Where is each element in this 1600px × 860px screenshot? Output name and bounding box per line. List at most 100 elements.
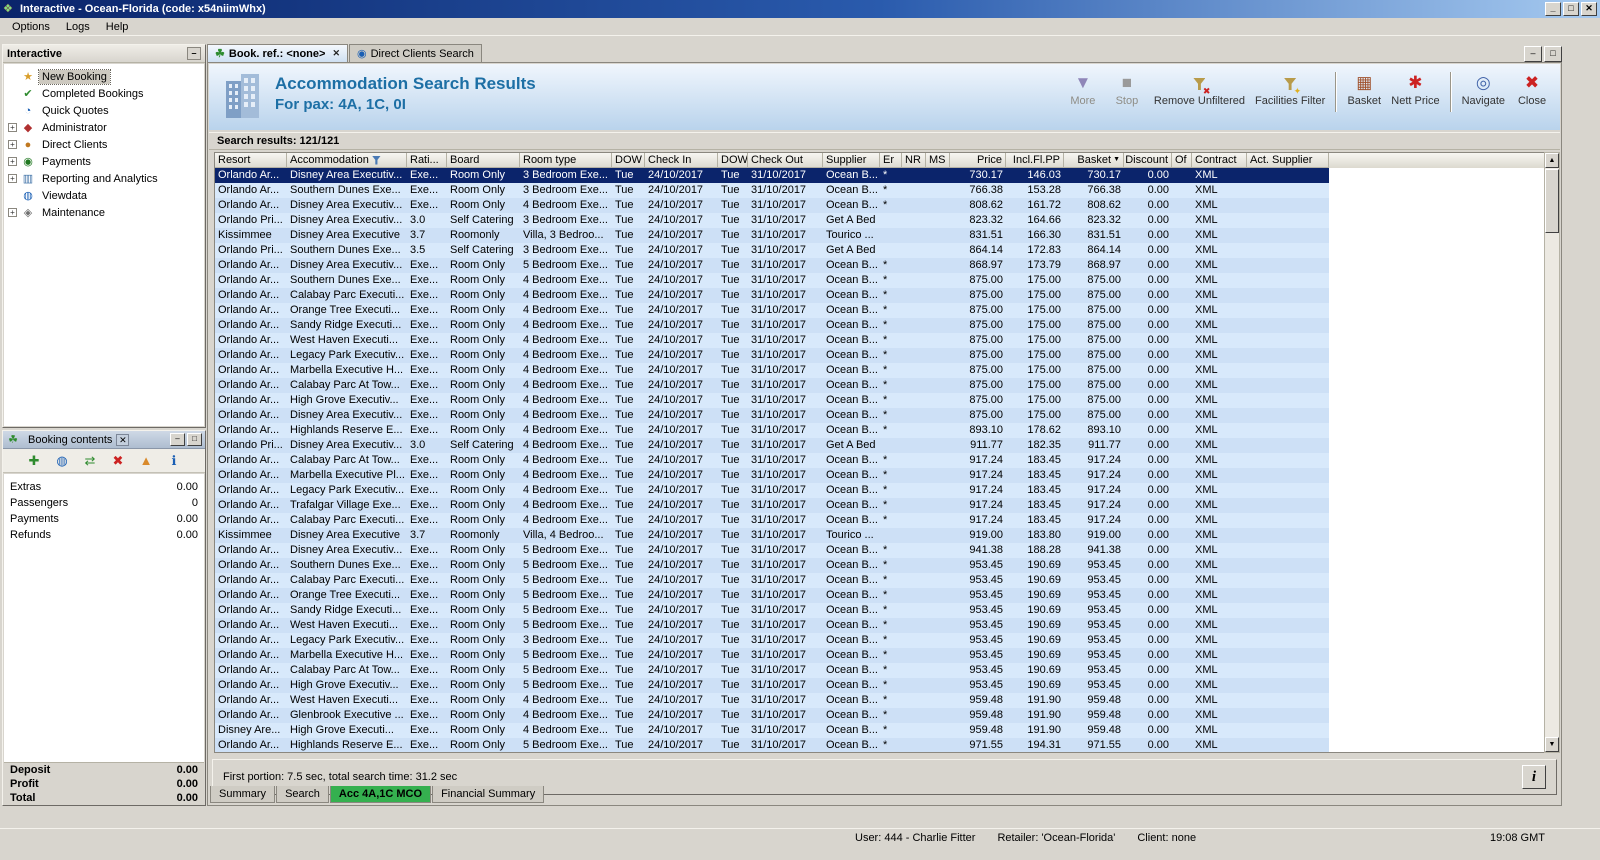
table-row[interactable]: Orlando Ar...Calabay Parc Executi...Exe.… bbox=[215, 573, 1329, 588]
table-row[interactable]: KissimmeeDisney Area Executive3.7Roomonl… bbox=[215, 528, 1329, 543]
sidebar-item-reporting-and-analytics[interactable]: +▥Reporting and Analytics bbox=[4, 170, 204, 187]
info-icon[interactable]: ℹ bbox=[165, 453, 183, 469]
table-row[interactable]: Orlando Ar...Calabay Parc At Tow...Exe..… bbox=[215, 378, 1329, 393]
sidebar-item-administrator[interactable]: +◆Administrator bbox=[4, 119, 204, 136]
minimize-button[interactable]: _ bbox=[1545, 2, 1561, 16]
column-header-of[interactable]: Of bbox=[1172, 153, 1192, 168]
table-row[interactable]: KissimmeeDisney Area Executive3.7Roomonl… bbox=[215, 228, 1329, 243]
booking-contents-row[interactable]: Extras0.00 bbox=[10, 479, 198, 495]
mdi-minimize-button[interactable]: – bbox=[1524, 46, 1542, 62]
sidebar-item-quick-quotes[interactable]: ◔Quick Quotes bbox=[4, 102, 204, 119]
table-row[interactable]: Orlando Ar...Disney Area Executiv...Exe.… bbox=[215, 543, 1329, 558]
facilities-filter-button[interactable]: ✦Facilities Filter bbox=[1250, 70, 1330, 109]
table-row[interactable]: Orlando Pri...Disney Area Executiv...3.0… bbox=[215, 438, 1329, 453]
table-row[interactable]: Orlando Ar...Sandy Ridge Executi...Exe..… bbox=[215, 318, 1329, 333]
column-header-accommodation[interactable]: Accommodation bbox=[287, 153, 407, 168]
booking-contents-row[interactable]: Passengers0 bbox=[10, 495, 198, 511]
more-button[interactable]: ▼More bbox=[1061, 70, 1105, 109]
column-header-discount[interactable]: Discount bbox=[1124, 153, 1172, 168]
tab-close-icon[interactable]: ✕ bbox=[332, 48, 340, 59]
collapse-panel-button[interactable]: – bbox=[187, 47, 201, 60]
column-header-dow[interactable]: DOW bbox=[718, 153, 748, 168]
table-row[interactable]: Orlando Ar...Calabay Parc Executi...Exe.… bbox=[215, 513, 1329, 528]
table-row[interactable]: Orlando Ar...West Haven Executi...Exe...… bbox=[215, 618, 1329, 633]
table-row[interactable]: Orlando Ar...Legacy Park Executiv...Exe.… bbox=[215, 483, 1329, 498]
column-header-board[interactable]: Board bbox=[447, 153, 520, 168]
mdi-restore-button[interactable]: □ bbox=[1544, 46, 1562, 62]
table-row[interactable]: Orlando Ar...Disney Area Executiv...Exe.… bbox=[215, 168, 1329, 183]
column-header-supplier[interactable]: Supplier bbox=[823, 153, 880, 168]
table-row[interactable]: Orlando Ar...Highlands Reserve E...Exe..… bbox=[215, 423, 1329, 438]
scroll-up-icon[interactable]: ▲ bbox=[1545, 153, 1559, 168]
menu-logs[interactable]: Logs bbox=[58, 19, 98, 35]
table-row[interactable]: Orlando Ar...Marbella Executive Pl...Exe… bbox=[215, 468, 1329, 483]
table-row[interactable]: Orlando Ar...Highlands Reserve E...Exe..… bbox=[215, 738, 1329, 753]
table-row[interactable]: Orlando Ar...Calabay Parc At Tow...Exe..… bbox=[215, 663, 1329, 678]
expand-icon[interactable]: + bbox=[8, 208, 17, 217]
close-button[interactable]: ✖Close bbox=[1510, 70, 1554, 109]
basket-button[interactable]: ▦Basket bbox=[1342, 70, 1386, 109]
sidebar-item-new-booking[interactable]: ★New Booking bbox=[4, 68, 204, 85]
transfer-icon[interactable]: ⇄ bbox=[81, 453, 99, 469]
column-header-room-type[interactable]: Room type bbox=[520, 153, 612, 168]
scrollbar-thumb[interactable] bbox=[1545, 169, 1559, 233]
bottom-tab-acc-4a-1c-mco[interactable]: Acc 4A,1C MCO bbox=[330, 786, 431, 803]
scroll-down-icon[interactable]: ▼ bbox=[1545, 737, 1559, 752]
add-icon[interactable]: ✚ bbox=[25, 453, 43, 469]
remove-unfiltered-button[interactable]: ✖Remove Unfiltered bbox=[1149, 70, 1250, 109]
table-row[interactable]: Orlando Ar...Disney Area Executiv...Exe.… bbox=[215, 198, 1329, 213]
navigate-button[interactable]: ◎Navigate bbox=[1457, 70, 1510, 109]
booking-contents-restore-button[interactable]: □ bbox=[187, 433, 202, 446]
column-header-price[interactable]: Price bbox=[950, 153, 1006, 168]
bottom-tab-summary[interactable]: Summary bbox=[210, 786, 275, 803]
table-row[interactable]: Orlando Ar...High Grove Executiv...Exe..… bbox=[215, 393, 1329, 408]
bottom-tab-search[interactable]: Search bbox=[276, 786, 329, 803]
column-header-dow[interactable]: DOW bbox=[612, 153, 645, 168]
table-row[interactable]: Orlando Ar...Glenbrook Executive ...Exe.… bbox=[215, 708, 1329, 723]
column-header-ms[interactable]: MS bbox=[926, 153, 950, 168]
booking-contents-row[interactable]: Payments0.00 bbox=[10, 511, 198, 527]
column-header-basket[interactable]: Basket▼ bbox=[1064, 153, 1124, 168]
booking-contents-close-icon[interactable]: ✕ bbox=[116, 434, 129, 446]
table-row[interactable]: Disney Are...High Grove Executi...Exe...… bbox=[215, 723, 1329, 738]
table-row[interactable]: Orlando Ar...Calabay Parc Executi...Exe.… bbox=[215, 288, 1329, 303]
column-header-rati[interactable]: Rati... bbox=[407, 153, 447, 168]
stop-button[interactable]: ■Stop bbox=[1105, 70, 1149, 109]
table-row[interactable]: Orlando Ar...Legacy Park Executiv...Exe.… bbox=[215, 633, 1329, 648]
table-row[interactable]: Orlando Ar...Southern Dunes Exe...Exe...… bbox=[215, 558, 1329, 573]
expand-icon[interactable]: + bbox=[8, 174, 17, 183]
table-row[interactable]: Orlando Pri...Disney Area Executiv...3.0… bbox=[215, 213, 1329, 228]
column-header-check-out[interactable]: Check Out bbox=[748, 153, 823, 168]
maximize-button[interactable]: □ bbox=[1563, 2, 1579, 16]
column-header-er[interactable]: Er bbox=[880, 153, 902, 168]
expand-icon[interactable]: + bbox=[8, 123, 17, 132]
expand-icon[interactable]: + bbox=[8, 140, 17, 149]
sidebar-item-maintenance[interactable]: +◈Maintenance bbox=[4, 204, 204, 221]
table-row[interactable]: Orlando Ar...Southern Dunes Exe...Exe...… bbox=[215, 273, 1329, 288]
column-header-check-in[interactable]: Check In bbox=[645, 153, 718, 168]
table-row[interactable]: Orlando Ar...Trafalgar Village Exe...Exe… bbox=[215, 498, 1329, 513]
table-row[interactable]: Orlando Ar...High Grove Executiv...Exe..… bbox=[215, 678, 1329, 693]
close-window-button[interactable]: ✕ bbox=[1581, 2, 1597, 16]
sidebar-item-completed-bookings[interactable]: ✔Completed Bookings bbox=[4, 85, 204, 102]
booking-contents-row[interactable]: Refunds0.00 bbox=[10, 527, 198, 543]
table-row[interactable]: Orlando Ar...Southern Dunes Exe...Exe...… bbox=[215, 183, 1329, 198]
table-row[interactable]: Orlando Ar...Marbella Executive H...Exe.… bbox=[215, 648, 1329, 663]
sidebar-item-direct-clients[interactable]: +●Direct Clients bbox=[4, 136, 204, 153]
tab-booking-ref[interactable]: ☘ Book. ref.: <none> ✕ bbox=[207, 44, 348, 62]
column-header-incl-fl-pp[interactable]: Incl.Fl.PP bbox=[1006, 153, 1064, 168]
column-header-contract[interactable]: Contract bbox=[1192, 153, 1247, 168]
expand-icon[interactable]: + bbox=[8, 157, 17, 166]
booking-contents-minimize-button[interactable]: – bbox=[170, 433, 185, 446]
move-up-icon[interactable]: ▲ bbox=[137, 453, 155, 468]
table-row[interactable]: Orlando Ar...Legacy Park Executiv...Exe.… bbox=[215, 348, 1329, 363]
table-row[interactable]: Orlando Ar...Calabay Parc At Tow...Exe..… bbox=[215, 453, 1329, 468]
table-row[interactable]: Orlando Ar...Disney Area Executiv...Exe.… bbox=[215, 258, 1329, 273]
column-header-nr[interactable]: NR bbox=[902, 153, 926, 168]
table-row[interactable]: Orlando Ar...Orange Tree Executi...Exe..… bbox=[215, 303, 1329, 318]
table-row[interactable]: Orlando Ar...Disney Area Executiv...Exe.… bbox=[215, 408, 1329, 423]
vertical-scrollbar[interactable]: ▲ ▼ bbox=[1544, 152, 1560, 753]
quote-globe-icon[interactable]: ◍ bbox=[53, 453, 71, 469]
sidebar-item-payments[interactable]: +◉Payments bbox=[4, 153, 204, 170]
table-row[interactable]: Orlando Ar...Marbella Executive H...Exe.… bbox=[215, 363, 1329, 378]
